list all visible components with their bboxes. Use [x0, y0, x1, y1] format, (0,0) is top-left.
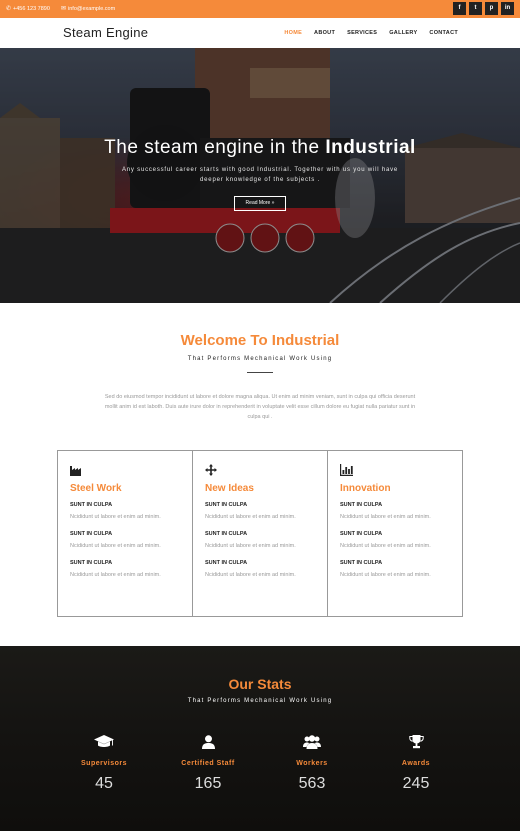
hero-banner: The steam engine in the Industrial Any s… — [0, 48, 520, 303]
feature-item-heading: SUNT IN CULPA — [70, 560, 113, 566]
feature-item: SUNT IN CULPA Ncididunt ut labore et eni… — [70, 531, 180, 551]
feature-item-heading: SUNT IN CULPA — [205, 531, 248, 537]
feature-item-text: Ncididunt ut labore et enim ad minim. — [205, 514, 296, 520]
nav-menu: HOME ABOUT SERVICES GALLERY CONTACT — [284, 18, 458, 48]
hero-subtitle: Any successful career starts with good I… — [121, 167, 399, 183]
welcome-title: Welcome To Industrial — [180, 332, 340, 349]
feature-item: SUNT IN CULPA Ncididunt ut labore et eni… — [340, 560, 450, 580]
nav-item-contact[interactable]: CONTACT — [429, 30, 458, 36]
user-icon — [156, 734, 260, 750]
feature-item-heading: SUNT IN CULPA — [205, 560, 248, 566]
feature-title: New Ideas — [205, 483, 254, 494]
title-divider — [247, 372, 273, 373]
factory-icon — [70, 463, 180, 476]
stat-value: 165 — [194, 775, 222, 792]
features-grid: Steel Work SUNT IN CULPA Ncididunt ut la… — [57, 450, 463, 617]
stat-label: Workers — [296, 760, 328, 767]
feature-item: SUNT IN CULPA Ncididunt ut labore et eni… — [205, 531, 315, 551]
nav-item-home[interactable]: HOME — [284, 30, 302, 36]
feature-item-text: Ncididunt ut labore et enim ad minim. — [205, 543, 296, 549]
graduation-cap-icon — [52, 734, 156, 750]
feature-item-heading: SUNT IN CULPA — [340, 560, 383, 566]
welcome-subtitle: That Performs Mechanical Work Using — [187, 356, 333, 362]
email-contact[interactable]: ✉ info@example.com — [61, 0, 115, 18]
feature-item: SUNT IN CULPA Ncididunt ut labore et eni… — [205, 560, 315, 580]
hero-title-bold: Industrial — [325, 137, 416, 158]
email-address: info@example.com — [68, 6, 116, 12]
nav-item-services[interactable]: SERVICES — [347, 30, 377, 36]
feature-card-steel-work: Steel Work SUNT IN CULPA Ncididunt ut la… — [58, 451, 193, 616]
stat-awards: Awards 245 — [364, 734, 468, 793]
stat-value: 45 — [95, 775, 113, 792]
nav-item-about[interactable]: ABOUT — [314, 30, 335, 36]
nav-item-gallery[interactable]: GALLERY — [389, 30, 417, 36]
stat-value: 245 — [402, 775, 430, 792]
site-brand[interactable]: Steam Engine — [63, 25, 148, 40]
stat-label: Certified Staff — [181, 760, 235, 767]
feature-item: SUNT IN CULPA Ncididunt ut labore et eni… — [340, 502, 450, 522]
feature-item-text: Ncididunt ut labore et enim ad minim. — [340, 543, 431, 549]
facebook-icon[interactable]: f — [453, 2, 466, 15]
pinterest-icon[interactable]: p — [485, 2, 498, 15]
phone-number: +456 123 7890 — [13, 6, 50, 12]
users-icon — [260, 734, 364, 750]
feature-item-text: Ncididunt ut labore et enim ad minim. — [70, 514, 161, 520]
read-more-button[interactable]: Read More » — [234, 196, 286, 211]
feature-item-heading: SUNT IN CULPA — [205, 502, 248, 508]
phone-contact[interactable]: ✆ +456 123 7890 — [6, 0, 50, 18]
feature-item-text: Ncididunt ut labore et enim ad minim. — [70, 572, 161, 578]
hero-title-text: The steam engine in the — [104, 137, 326, 158]
feature-card-new-ideas: New Ideas SUNT IN CULPA Ncididunt ut lab… — [193, 451, 328, 616]
feature-item-text: Ncididunt ut labore et enim ad minim. — [340, 572, 431, 578]
stats-section: Our Stats That Performs Mechanical Work … — [0, 646, 520, 831]
stat-label: Awards — [401, 760, 431, 767]
feature-item-heading: SUNT IN CULPA — [70, 531, 113, 537]
stat-supervisors: Supervisors 45 — [52, 734, 156, 793]
feature-item: SUNT IN CULPA Ncididunt ut labore et eni… — [205, 502, 315, 522]
stats-subtitle: That Performs Mechanical Work Using — [187, 698, 333, 704]
envelope-icon: ✉ — [61, 6, 67, 12]
top-bar: ✆ +456 123 7890 ✉ info@example.com f t p i… — [0, 0, 520, 18]
feature-item-text: Ncididunt ut labore et enim ad minim. — [205, 572, 296, 578]
trophy-icon — [364, 734, 468, 750]
feature-item-heading: SUNT IN CULPA — [340, 531, 383, 537]
feature-item-heading: SUNT IN CULPA — [70, 502, 113, 508]
welcome-text: Sed do eiusmod tempor incididunt ut labo… — [104, 394, 416, 420]
stats-title: Our Stats — [228, 676, 292, 692]
feature-title: Steel Work — [70, 483, 122, 494]
feature-item: SUNT IN CULPA Ncididunt ut labore et eni… — [70, 502, 180, 522]
phone-icon: ✆ — [6, 6, 12, 12]
stat-certified-staff: Certified Staff 165 — [156, 734, 260, 793]
feature-item-text: Ncididunt ut labore et enim ad minim. — [340, 514, 431, 520]
feature-item-text: Ncididunt ut labore et enim ad minim. — [70, 543, 161, 549]
feature-item: SUNT IN CULPA Ncididunt ut labore et eni… — [340, 531, 450, 551]
twitter-icon[interactable]: t — [469, 2, 482, 15]
move-arrows-icon — [205, 463, 315, 476]
social-links: f t p in — [453, 2, 514, 15]
stat-workers: Workers 563 — [260, 734, 364, 793]
stat-label: Supervisors — [81, 760, 127, 767]
hero-title: The steam engine in the Industrial — [0, 137, 520, 159]
linkedin-icon[interactable]: in — [501, 2, 514, 15]
main-navbar: Steam Engine HOME ABOUT SERVICES GALLERY… — [0, 18, 520, 48]
bar-chart-icon — [340, 463, 450, 476]
feature-card-innovation: Innovation SUNT IN CULPA Ncididunt ut la… — [328, 451, 462, 616]
stat-value: 563 — [298, 775, 326, 792]
feature-title: Innovation — [340, 483, 391, 494]
feature-item: SUNT IN CULPA Ncididunt ut labore et eni… — [70, 560, 180, 580]
feature-item-heading: SUNT IN CULPA — [340, 502, 383, 508]
